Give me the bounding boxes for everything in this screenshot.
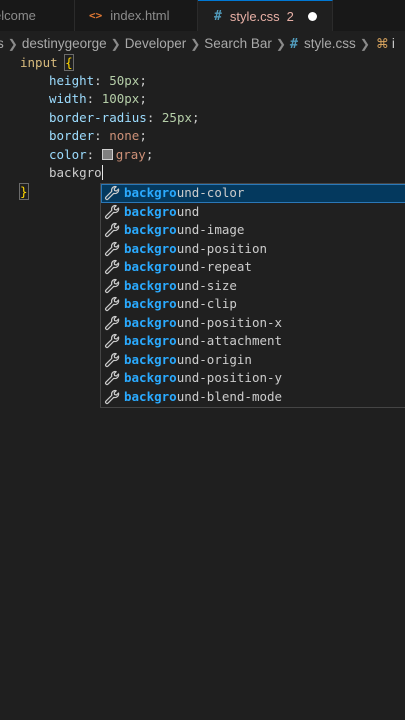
css-property: height	[49, 73, 95, 88]
suggestion-match: backgro	[124, 203, 177, 219]
breadcrumb-item[interactable]: destinygeorge	[22, 36, 107, 51]
css-property: border-radius	[49, 110, 147, 125]
css-selector: input	[20, 55, 58, 70]
chevron-right-icon: ❯	[359, 36, 370, 51]
suggest-widget: backgro und-color backgro und backgro und-ima…	[100, 183, 405, 408]
breadcrumb-item[interactable]: s	[0, 36, 4, 51]
breadcrumb: s ❯ destinygeorge ❯ Developer ❯ Search B…	[0, 31, 405, 56]
code-line: backgro	[49, 164, 103, 182]
suggestion-item[interactable]: backgro und-position	[101, 240, 405, 259]
suggestion-match: backgro	[124, 296, 177, 311]
breadcrumb-item[interactable]: Developer	[125, 36, 187, 51]
css-property: color	[49, 147, 87, 162]
suggestion-rest: und-blend-mode	[176, 388, 283, 404]
css-value: 100px	[101, 91, 140, 106]
suggestion-item[interactable]: backgro und-position-y	[101, 369, 405, 388]
suggestion-item[interactable]: backgro und-blend-mode	[101, 388, 405, 407]
wrench-icon	[104, 296, 120, 312]
suggestion-rest: und	[176, 203, 200, 219]
code-line: }	[19, 183, 29, 201]
suggestion-match: backgro	[124, 333, 177, 348]
suggestion-rest: und-position-x	[176, 314, 283, 330]
suggestion-rest: und-repeat	[176, 259, 252, 274]
tab-index-html[interactable]: <> index.html	[75, 0, 198, 31]
suggestion-item[interactable]: backgro und-color	[101, 184, 405, 203]
suggestion-item[interactable]: backgro und-repeat	[101, 258, 405, 277]
code-line: border-radius: 25px;	[49, 110, 200, 125]
suggestion-item[interactable]: backgro und-image	[101, 221, 405, 240]
suggestion-match: backgro	[124, 370, 177, 385]
typed-text: backgro	[49, 165, 102, 180]
suggestion-rest: und-position	[176, 240, 267, 256]
symbol-icon: ⌘	[375, 35, 389, 51]
text-cursor	[101, 165, 103, 180]
wrench-icon	[104, 389, 120, 405]
color-swatch[interactable]	[101, 149, 113, 160]
tab-label: style.css	[229, 8, 280, 24]
suggestion-item[interactable]: backgro und	[101, 203, 405, 222]
tab-bar: elcome <> index.html # style.css 2	[0, 0, 405, 32]
open-brace: {	[64, 54, 74, 71]
code-line: width: 100px;	[49, 91, 147, 106]
tab-welcome[interactable]: elcome	[0, 0, 75, 31]
suggestion-rest: und-size	[176, 277, 237, 293]
suggestion-match: backgro	[124, 351, 177, 367]
css-value: 25px	[161, 110, 193, 125]
wrench-icon	[104, 241, 120, 257]
suggestion-match: backgro	[124, 185, 177, 200]
tab-label: elcome	[0, 8, 36, 23]
css-value: gray	[115, 147, 146, 162]
css-property: width	[49, 91, 87, 106]
code-line: input {	[20, 54, 74, 72]
suggestion-item[interactable]: backgro und-position-x	[101, 314, 405, 333]
wrench-icon	[104, 259, 120, 275]
suggestion-rest: und-attachment	[176, 333, 283, 348]
suggestion-match: backgro	[124, 259, 177, 274]
suggestion-rest: und-image	[176, 222, 245, 237]
code-line: border: none;	[49, 128, 147, 143]
suggestion-match: backgro	[124, 222, 177, 237]
chevron-right-icon: ❯	[7, 36, 18, 51]
code-line: color: gray;	[49, 147, 154, 162]
wrench-icon	[104, 222, 120, 238]
wrench-icon	[104, 278, 120, 294]
tab-label: index.html	[110, 8, 170, 23]
wrench-icon	[104, 333, 120, 349]
css-value: none	[109, 128, 140, 143]
suggestion-item[interactable]: backgro und-origin	[101, 351, 405, 370]
suggestion-match: backgro	[124, 240, 177, 256]
html-file-icon: <>	[89, 9, 103, 22]
css-file-icon: #	[289, 35, 299, 52]
suggestion-item[interactable]: backgro und-size	[101, 277, 405, 296]
chevron-right-icon: ❯	[275, 36, 286, 51]
wrench-icon	[104, 352, 120, 368]
breadcrumb-item[interactable]: i	[392, 36, 395, 51]
problems-count-badge: 2	[286, 8, 294, 24]
suggestion-rest: und-origin	[176, 351, 252, 367]
unsaved-dot-icon[interactable]	[307, 11, 317, 21]
code-line: height: 50px;	[49, 73, 147, 88]
wrench-icon	[104, 185, 120, 201]
wrench-icon	[104, 370, 120, 386]
css-property: border	[49, 128, 95, 143]
wrench-icon	[104, 315, 120, 331]
breadcrumb-item[interactable]: Search Bar	[204, 36, 272, 51]
suggestion-item[interactable]: backgro und-clip	[101, 295, 405, 314]
suggestion-match: backgro	[124, 314, 177, 330]
chevron-right-icon: ❯	[110, 36, 121, 51]
suggestion-match: backgro	[124, 388, 177, 404]
suggestion-match: backgro	[124, 277, 177, 293]
close-brace: }	[19, 183, 29, 200]
chevron-right-icon: ❯	[190, 36, 201, 51]
breadcrumb-item[interactable]: style.css	[304, 36, 356, 51]
suggestion-rest: und-position-y	[176, 370, 283, 385]
wrench-icon	[104, 204, 120, 220]
suggestion-rest: und-color	[176, 185, 245, 200]
suggestion-rest: und-clip	[176, 296, 237, 311]
suggestion-item[interactable]: backgro und-attachment	[101, 332, 405, 351]
css-value: 50px	[109, 73, 140, 88]
css-file-icon: #	[214, 8, 222, 24]
tab-style-css[interactable]: # style.css 2	[198, 0, 333, 31]
